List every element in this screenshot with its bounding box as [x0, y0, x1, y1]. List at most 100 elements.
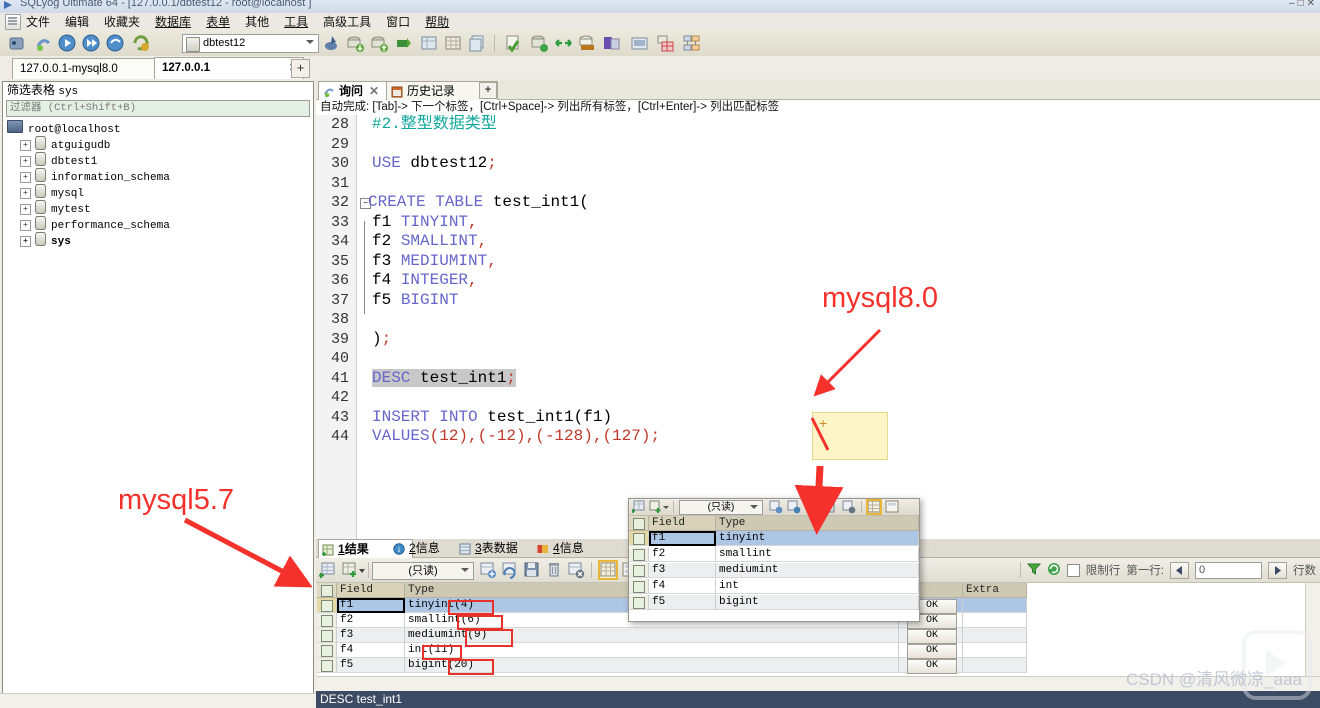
delete-record-icon[interactable]: [824, 500, 838, 514]
menu-item-edit[interactable]: 编辑: [63, 13, 91, 30]
limit-rows-checkbox[interactable]: [1066, 563, 1080, 577]
popup-grid[interactable]: Field Type f1 tinyint f2 smallint f3 med…: [629, 516, 919, 621]
close-button[interactable]: ✕: [1307, 0, 1318, 9]
chevron-down-icon[interactable]: [663, 500, 669, 514]
optimize-db-icon[interactable]: [530, 34, 549, 53]
sidebar-horizontal-scrollbar[interactable]: [0, 693, 316, 708]
refresh-connection-icon[interactable]: [34, 34, 53, 53]
cell-field[interactable]: f3: [649, 563, 716, 578]
select-all-checkbox[interactable]: [629, 516, 649, 531]
tree-node-performance-schema[interactable]: + performance_schema: [7, 216, 311, 232]
column-header-field[interactable]: Field: [337, 583, 405, 598]
table-export-icon[interactable]: [420, 34, 439, 53]
schema-designer-icon[interactable]: [682, 34, 701, 53]
backup-icon[interactable]: [394, 34, 413, 53]
execute-all-icon[interactable]: [82, 34, 101, 53]
sync-data-icon[interactable]: [554, 34, 573, 53]
window-controls[interactable]: –□✕: [1289, 0, 1318, 9]
object-filter-input[interactable]: 过滤器 (Ctrl+Shift+B): [6, 100, 310, 117]
cell-type[interactable]: smallint: [716, 547, 919, 562]
menu-item-database[interactable]: 数据库: [153, 13, 193, 30]
form-layout-icon[interactable]: [885, 500, 899, 514]
table-grid-icon[interactable]: [444, 34, 463, 53]
grid-layout-icon[interactable]: [598, 560, 618, 580]
data-transfer-icon[interactable]: [578, 34, 597, 53]
menu-item-file[interactable]: 文件: [24, 13, 52, 30]
row-checkbox[interactable]: [317, 643, 337, 658]
popup-mode-select[interactable]: (只读): [679, 500, 763, 515]
mysql80-result-popup[interactable]: (只读) Field Type f1 tinyint f2 smallint f…: [628, 498, 920, 622]
connection-tab-mysql80[interactable]: 127.0.0.1-mysql8.0: [12, 58, 166, 79]
check-table-icon[interactable]: [504, 34, 523, 53]
expand-icon[interactable]: +: [20, 155, 31, 167]
database-select[interactable]: dbtest12: [182, 34, 319, 53]
cell-field[interactable]: f1: [337, 598, 405, 613]
insert-row-icon[interactable]: [649, 500, 663, 514]
cell-type[interactable]: mediumint: [716, 563, 919, 578]
refresh-record-icon[interactable]: [787, 500, 801, 514]
cell-extra[interactable]: [963, 643, 1027, 658]
first-row-input[interactable]: 0: [1195, 561, 1262, 579]
tree-node-atguigudb[interactable]: + atguigudb: [7, 136, 311, 152]
export-data-icon[interactable]: [370, 34, 389, 53]
minimize-button[interactable]: –: [1289, 0, 1298, 9]
row-checkbox[interactable]: [629, 547, 649, 562]
ok-button[interactable]: OK: [907, 659, 957, 674]
execute-query-icon[interactable]: [58, 34, 77, 53]
cell-field[interactable]: f2: [337, 613, 405, 628]
query-builder-icon[interactable]: [322, 34, 341, 53]
tree-node-dbtest1[interactable]: + dbtest1: [7, 152, 311, 168]
result-mode-select[interactable]: (只读): [372, 562, 474, 580]
filter-icon[interactable]: [1026, 562, 1041, 579]
save-record-icon[interactable]: [805, 500, 819, 514]
add-record-icon[interactable]: [769, 500, 783, 514]
expand-icon[interactable]: +: [20, 139, 31, 151]
add-connection-tab-button[interactable]: +: [291, 59, 310, 78]
cell-field[interactable]: f5: [337, 658, 405, 673]
maximize-button[interactable]: □: [1298, 0, 1307, 9]
result-tab-4-info[interactable]: 4信息: [534, 539, 621, 557]
schema-sync-icon[interactable]: [602, 34, 621, 53]
insert-row-icon[interactable]: [341, 561, 359, 579]
menu-item-tools[interactable]: 工具: [282, 13, 310, 30]
menu-item-advanced-tools[interactable]: 高级工具: [321, 13, 373, 30]
cell-extra[interactable]: [963, 658, 1027, 673]
refresh-objects-icon[interactable]: [132, 34, 151, 53]
add-record-icon[interactable]: [479, 561, 497, 579]
expand-icon[interactable]: +: [20, 219, 31, 231]
row-checkbox[interactable]: [629, 595, 649, 610]
grid-layout-icon[interactable]: [866, 499, 882, 515]
cell-type[interactable]: int: [716, 579, 919, 594]
row-checkbox[interactable]: [629, 579, 649, 594]
row-checkbox[interactable]: [317, 598, 337, 613]
expand-icon[interactable]: +: [20, 203, 31, 215]
ok-button[interactable]: OK: [907, 644, 957, 659]
scheduler-icon[interactable]: [630, 34, 649, 53]
row-checkbox[interactable]: [629, 563, 649, 578]
row-checkbox[interactable]: [317, 613, 337, 628]
sql-editor[interactable]: 28 #2.整型数据类型 29 30 USE dbtest12; 31 32− CRE…: [316, 115, 1320, 539]
refresh-icon[interactable]: [1047, 562, 1061, 579]
column-header-type[interactable]: Type: [716, 516, 919, 531]
menu-item-favorites[interactable]: 收藏夹: [102, 13, 142, 30]
save-record-icon[interactable]: [523, 561, 541, 579]
menu-item-help[interactable]: 帮助: [423, 13, 451, 30]
row-checkbox[interactable]: [317, 658, 337, 673]
new-connection-icon[interactable]: [8, 34, 27, 53]
cell-field[interactable]: f4: [337, 643, 405, 658]
cell-field[interactable]: f5: [649, 595, 716, 610]
expand-icon[interactable]: +: [20, 187, 31, 199]
copy-table-icon[interactable]: [468, 34, 487, 53]
cell-extra[interactable]: [963, 613, 1027, 628]
tree-node-mysql[interactable]: + mysql: [7, 184, 311, 200]
expand-icon[interactable]: +: [20, 171, 31, 183]
stop-query-icon[interactable]: [106, 34, 125, 53]
menu-item-other[interactable]: 其他: [243, 13, 271, 30]
discard-changes-icon[interactable]: [842, 500, 856, 514]
expand-icon[interactable]: +: [20, 235, 31, 247]
next-page-button[interactable]: [1268, 561, 1287, 579]
ok-button[interactable]: OK: [907, 629, 957, 644]
menu-item-window[interactable]: 窗口: [384, 13, 412, 30]
tree-node-mytest[interactable]: + mytest: [7, 200, 311, 216]
add-editor-tab-button[interactable]: +: [479, 82, 497, 99]
